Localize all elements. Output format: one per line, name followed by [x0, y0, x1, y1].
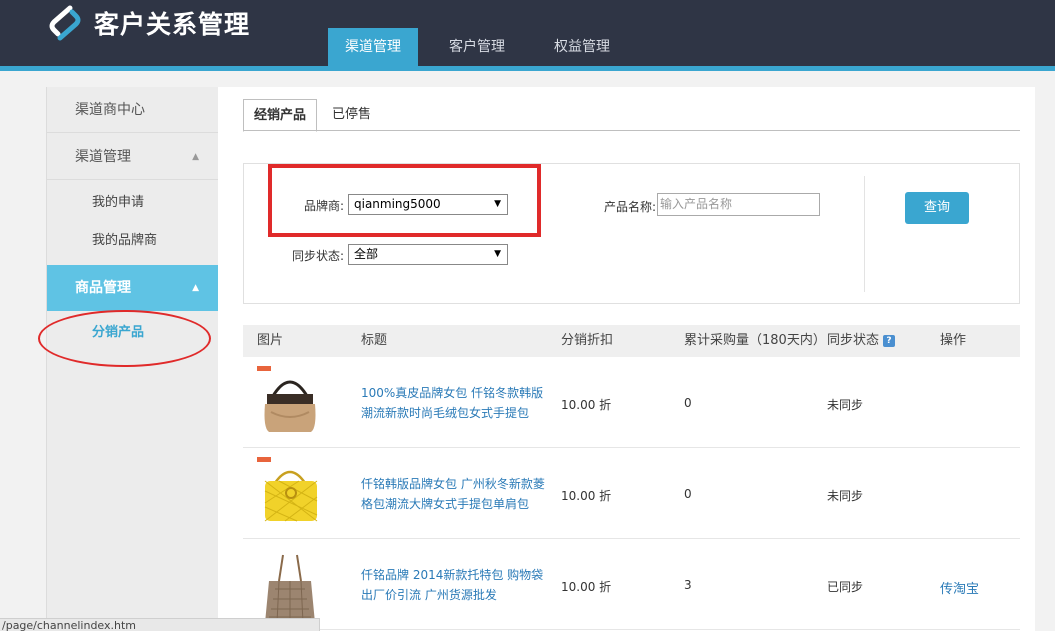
column-header-purchases: 累计采购量（180天内）	[684, 333, 826, 348]
sidebar-item-label: 商品管理	[75, 280, 131, 296]
discount-value: 10.00 折	[561, 580, 612, 594]
caret-up-icon: ▲	[192, 152, 199, 162]
product-name-input[interactable]: 输入产品名称	[657, 193, 820, 216]
column-header-title: 标题	[361, 333, 388, 348]
product-title-link[interactable]: 仟铭韩版品牌女包 广州秋冬新款菱格包潮流大牌女式手提包单肩包	[361, 474, 547, 514]
product-image-yellow-bag[interactable]	[255, 457, 325, 529]
purchases-value: 3	[684, 578, 692, 592]
purchases-value: 0	[684, 487, 692, 501]
sync-status-value: 全部	[354, 247, 379, 261]
top-header: 客户关系管理 渠道管理 客户管理 权益管理	[0, 0, 1055, 66]
help-icon[interactable]: ?	[883, 335, 896, 347]
query-button[interactable]: 查询	[905, 192, 969, 224]
column-header-sync-status: 同步状态?	[827, 325, 896, 357]
column-header-discount: 分销折扣	[561, 333, 614, 348]
tab-discontinued[interactable]: 已停售	[322, 99, 381, 131]
column-header-image: 图片	[257, 333, 284, 348]
table-header: 图片 标题 分销折扣 累计采购量（180天内） 同步状态? 操作	[243, 325, 1020, 357]
filter-divider	[864, 176, 865, 292]
nav-tab-rights[interactable]: 权益管理	[537, 28, 627, 66]
product-title-link[interactable]: 100%真皮品牌女包 仟铭冬款韩版潮流新款时尚毛绒包女式手提包	[361, 383, 547, 423]
sidebar-item-goods-management[interactable]: 商品管理 ▲	[47, 265, 219, 311]
nav-tab-channel[interactable]: 渠道管理	[328, 28, 418, 66]
table-row: 仟铭品牌 2014新款托特包 购物袋 出厂价引流 广州货源批发 10.00 折 …	[243, 539, 1020, 630]
logo-icon	[49, 5, 81, 41]
sidebar-item-label: 我的品牌商	[92, 233, 158, 248]
tabs-divider	[243, 130, 1020, 131]
upload-taobao-link[interactable]: 传淘宝	[940, 578, 979, 597]
caret-up-icon: ▲	[192, 283, 199, 293]
purchases-value: 0	[684, 396, 692, 410]
sync-status-value: 已同步	[827, 580, 864, 594]
nav-tab-customer[interactable]: 客户管理	[432, 28, 522, 66]
product-image-tote-bag[interactable]	[255, 553, 325, 625]
product-title-link[interactable]: 仟铭品牌 2014新款托特包 购物袋 出厂价引流 广州货源批发	[361, 565, 547, 605]
discount-value: 10.00 折	[561, 489, 612, 503]
sidebar-item-my-brands[interactable]: 我的品牌商	[47, 222, 219, 260]
sidebar-item-channel-center[interactable]: 渠道商中心	[47, 87, 219, 133]
sync-status-header-label: 同步状态	[827, 333, 880, 348]
dropdown-arrow-icon: ▼	[494, 249, 501, 259]
sidebar-item-my-applications[interactable]: 我的申请	[47, 184, 219, 222]
product-image-fur-handbag[interactable]	[255, 366, 325, 438]
highlight-box-brand-filter	[268, 164, 541, 237]
sync-status-label: 同步状态:	[291, 249, 344, 263]
app-title: 客户关系管理	[94, 10, 251, 39]
sync-status-select[interactable]: 全部 ▼	[348, 244, 508, 265]
sync-status-value: 未同步	[827, 398, 864, 412]
sidebar-item-label: 渠道管理	[75, 149, 131, 165]
tab-distributed-products[interactable]: 经销产品	[243, 99, 318, 132]
column-header-action: 操作	[940, 333, 967, 348]
sidebar-item-label: 我的申请	[92, 195, 145, 210]
table-row: 仟铭韩版品牌女包 广州秋冬新款菱格包潮流大牌女式手提包单肩包 10.00 折 0…	[243, 448, 1020, 539]
product-name-label: 产品名称:	[603, 200, 656, 214]
browser-status-bar: /page/channelindex.htm	[0, 618, 320, 631]
table-row: 100%真皮品牌女包 仟铭冬款韩版潮流新款时尚毛绒包女式手提包 10.00 折 …	[243, 357, 1020, 448]
discount-value: 10.00 折	[561, 398, 612, 412]
header-accent-stripe	[0, 66, 1055, 71]
sidebar-item-label: 渠道商中心	[75, 102, 145, 118]
highlight-ellipse-distribution-products	[38, 310, 211, 367]
sidebar-item-channel-management[interactable]: 渠道管理 ▲	[47, 134, 219, 180]
sync-status-value: 未同步	[827, 489, 864, 503]
